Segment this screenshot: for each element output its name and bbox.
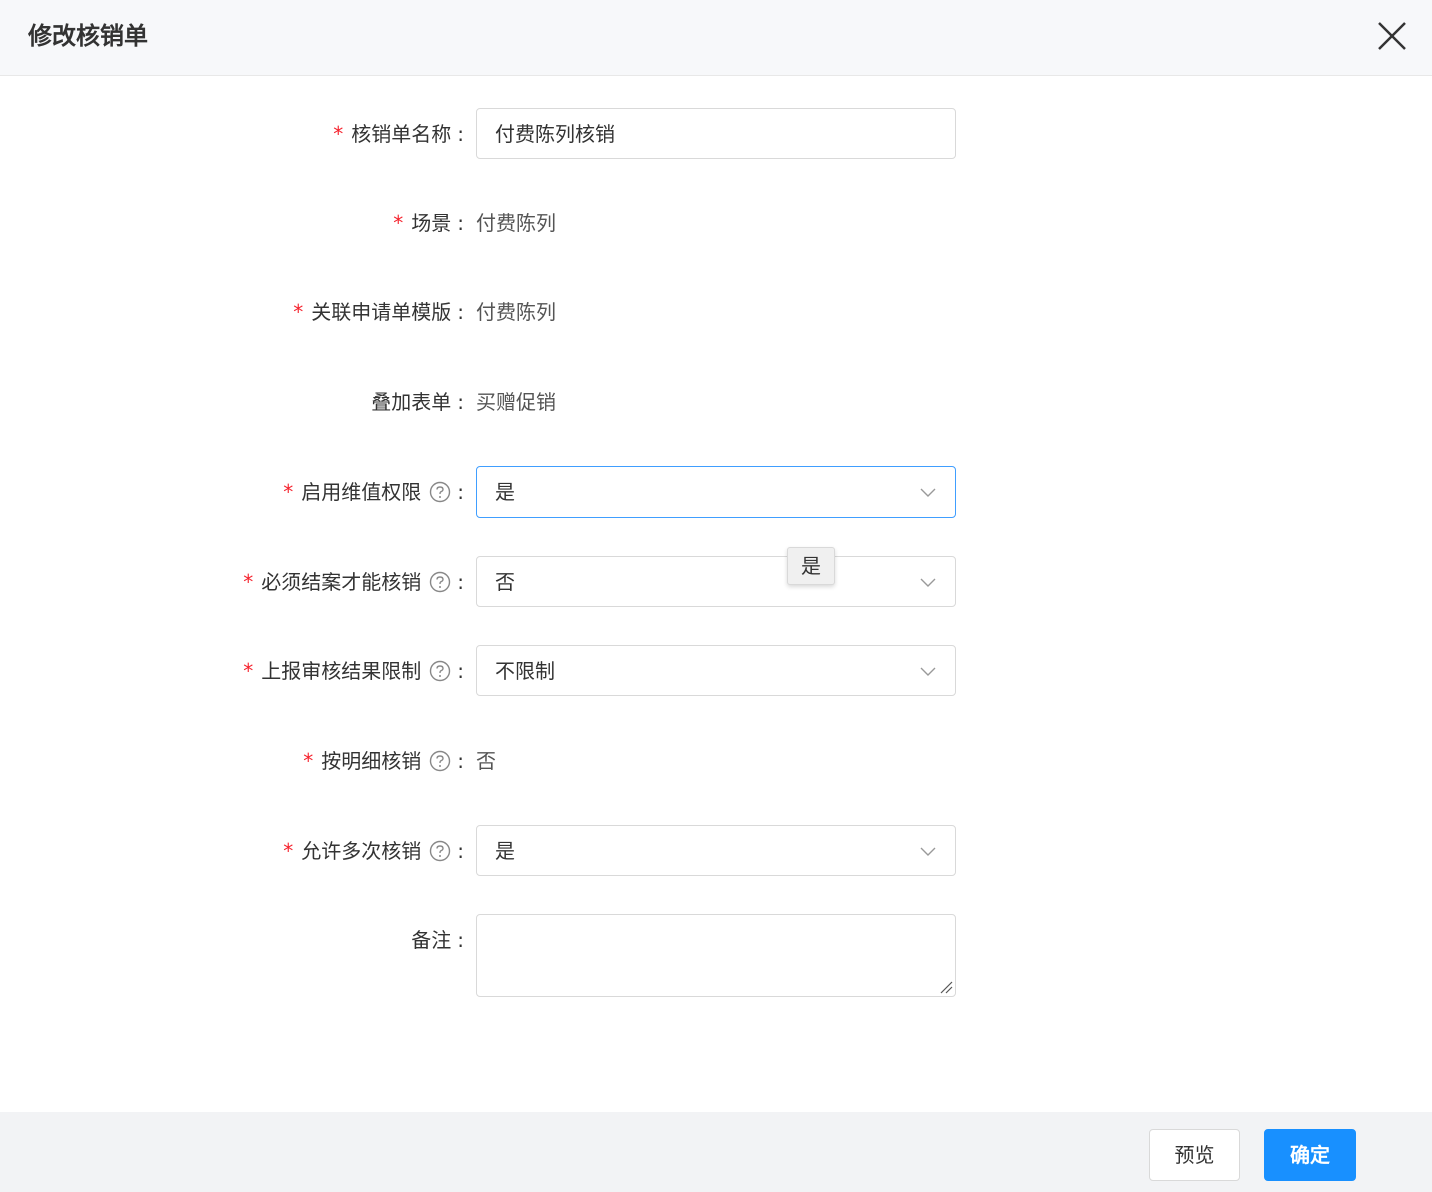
chevron-down-icon bbox=[920, 847, 936, 856]
label-colon: : bbox=[457, 659, 464, 683]
label-text: 关联申请单模版 bbox=[311, 300, 452, 324]
label-text: 备注 bbox=[411, 928, 452, 952]
label-colon: : bbox=[457, 749, 464, 773]
field-label: 叠加表单 : bbox=[371, 376, 464, 428]
scene-value: 付费陈列 bbox=[476, 211, 556, 235]
permission-select-value: 是 bbox=[495, 480, 515, 504]
required-mark: * bbox=[333, 122, 344, 146]
multiple-select-value: 是 bbox=[495, 839, 515, 863]
question-circle-icon[interactable] bbox=[429, 660, 451, 682]
label-colon: : bbox=[457, 480, 464, 504]
question-circle-icon[interactable] bbox=[429, 571, 451, 593]
confirm-button[interactable]: 确定 bbox=[1264, 1129, 1356, 1181]
chevron-down-icon bbox=[920, 488, 936, 497]
label-text: 必须结案才能核销 bbox=[261, 570, 422, 594]
permission-select[interactable]: 是 bbox=[476, 466, 956, 518]
select-tooltip: 是 bbox=[787, 547, 835, 585]
question-circle-icon[interactable] bbox=[429, 750, 451, 772]
label-text: 按明细核销 bbox=[321, 749, 422, 773]
label-colon: : bbox=[457, 122, 464, 146]
required-mark: * bbox=[243, 659, 254, 683]
field-overlay: 叠加表单 : 买赠促销 bbox=[0, 376, 1432, 428]
required-mark: * bbox=[303, 749, 314, 773]
question-circle-icon[interactable] bbox=[429, 481, 451, 503]
field-label: * 上报审核结果限制 : bbox=[243, 645, 464, 697]
required-mark: * bbox=[393, 211, 404, 235]
field-by-detail: * 按明细核销 : 否 bbox=[0, 735, 1432, 787]
field-report-limit: * 上报审核结果限制 : 不限制 bbox=[0, 645, 1432, 697]
label-text: 场景 bbox=[411, 211, 452, 235]
report-limit-select[interactable]: 不限制 bbox=[476, 645, 956, 696]
field-label: * 核销单名称 : bbox=[333, 108, 464, 160]
field-label: * 关联申请单模版 : bbox=[293, 286, 464, 338]
label-text: 上报审核结果限制 bbox=[261, 659, 422, 683]
field-name: * 核销单名称 : 付费陈列核销 bbox=[0, 108, 1432, 160]
label-colon: : bbox=[457, 390, 464, 414]
preview-button[interactable]: 预览 bbox=[1149, 1129, 1240, 1181]
label-text: 叠加表单 bbox=[371, 390, 452, 414]
chevron-down-icon bbox=[920, 578, 936, 587]
required-mark: * bbox=[243, 570, 254, 594]
label-colon: : bbox=[457, 211, 464, 235]
dialog-footer: 预览 确定 bbox=[0, 1112, 1432, 1192]
overlay-value: 买赠促销 bbox=[476, 390, 556, 414]
field-multiple: * 允许多次核销 : 是 bbox=[0, 825, 1432, 877]
required-mark: * bbox=[293, 300, 304, 324]
must-close-select-value: 否 bbox=[495, 570, 515, 594]
must-close-select[interactable]: 否 bbox=[476, 556, 956, 607]
field-template: * 关联申请单模版 : 付费陈列 bbox=[0, 286, 1432, 338]
question-circle-icon[interactable] bbox=[429, 840, 451, 862]
label-colon: : bbox=[457, 928, 464, 952]
field-must-close: * 必须结案才能核销 : 否 bbox=[0, 556, 1432, 608]
remark-textarea[interactable] bbox=[476, 914, 956, 997]
label-text: 核销单名称 bbox=[351, 122, 452, 146]
label-colon: : bbox=[457, 300, 464, 324]
label-colon: : bbox=[457, 839, 464, 863]
field-scene: * 场景 : 付费陈列 bbox=[0, 197, 1432, 249]
field-label: * 允许多次核销 : bbox=[283, 825, 464, 877]
template-value: 付费陈列 bbox=[476, 300, 556, 324]
name-input-value: 付费陈列核销 bbox=[495, 122, 615, 146]
field-remark: 备注 : bbox=[0, 914, 1432, 998]
label-colon: : bbox=[457, 570, 464, 594]
required-mark: * bbox=[283, 480, 294, 504]
verification-form: * 核销单名称 : 付费陈列核销 * 场景 : 付费陈列 * 关联申请单模版 :… bbox=[0, 0, 1432, 1112]
field-label: * 必须结案才能核销 : bbox=[243, 556, 464, 608]
label-text: 启用维值权限 bbox=[301, 480, 422, 504]
multiple-select[interactable]: 是 bbox=[476, 825, 956, 876]
chevron-down-icon bbox=[920, 667, 936, 676]
name-input[interactable]: 付费陈列核销 bbox=[476, 108, 956, 159]
field-label: * 启用维值权限 : bbox=[283, 466, 464, 518]
field-permission: * 启用维值权限 : 是 bbox=[0, 466, 1432, 518]
field-label: * 场景 : bbox=[393, 197, 464, 249]
by-detail-value: 否 bbox=[476, 749, 496, 773]
report-limit-select-value: 不限制 bbox=[495, 659, 555, 683]
field-label: * 按明细核销 : bbox=[303, 735, 464, 787]
resize-grip-icon[interactable] bbox=[939, 980, 953, 994]
required-mark: * bbox=[283, 839, 294, 863]
field-label: 备注 : bbox=[411, 914, 464, 966]
label-text: 允许多次核销 bbox=[301, 839, 422, 863]
